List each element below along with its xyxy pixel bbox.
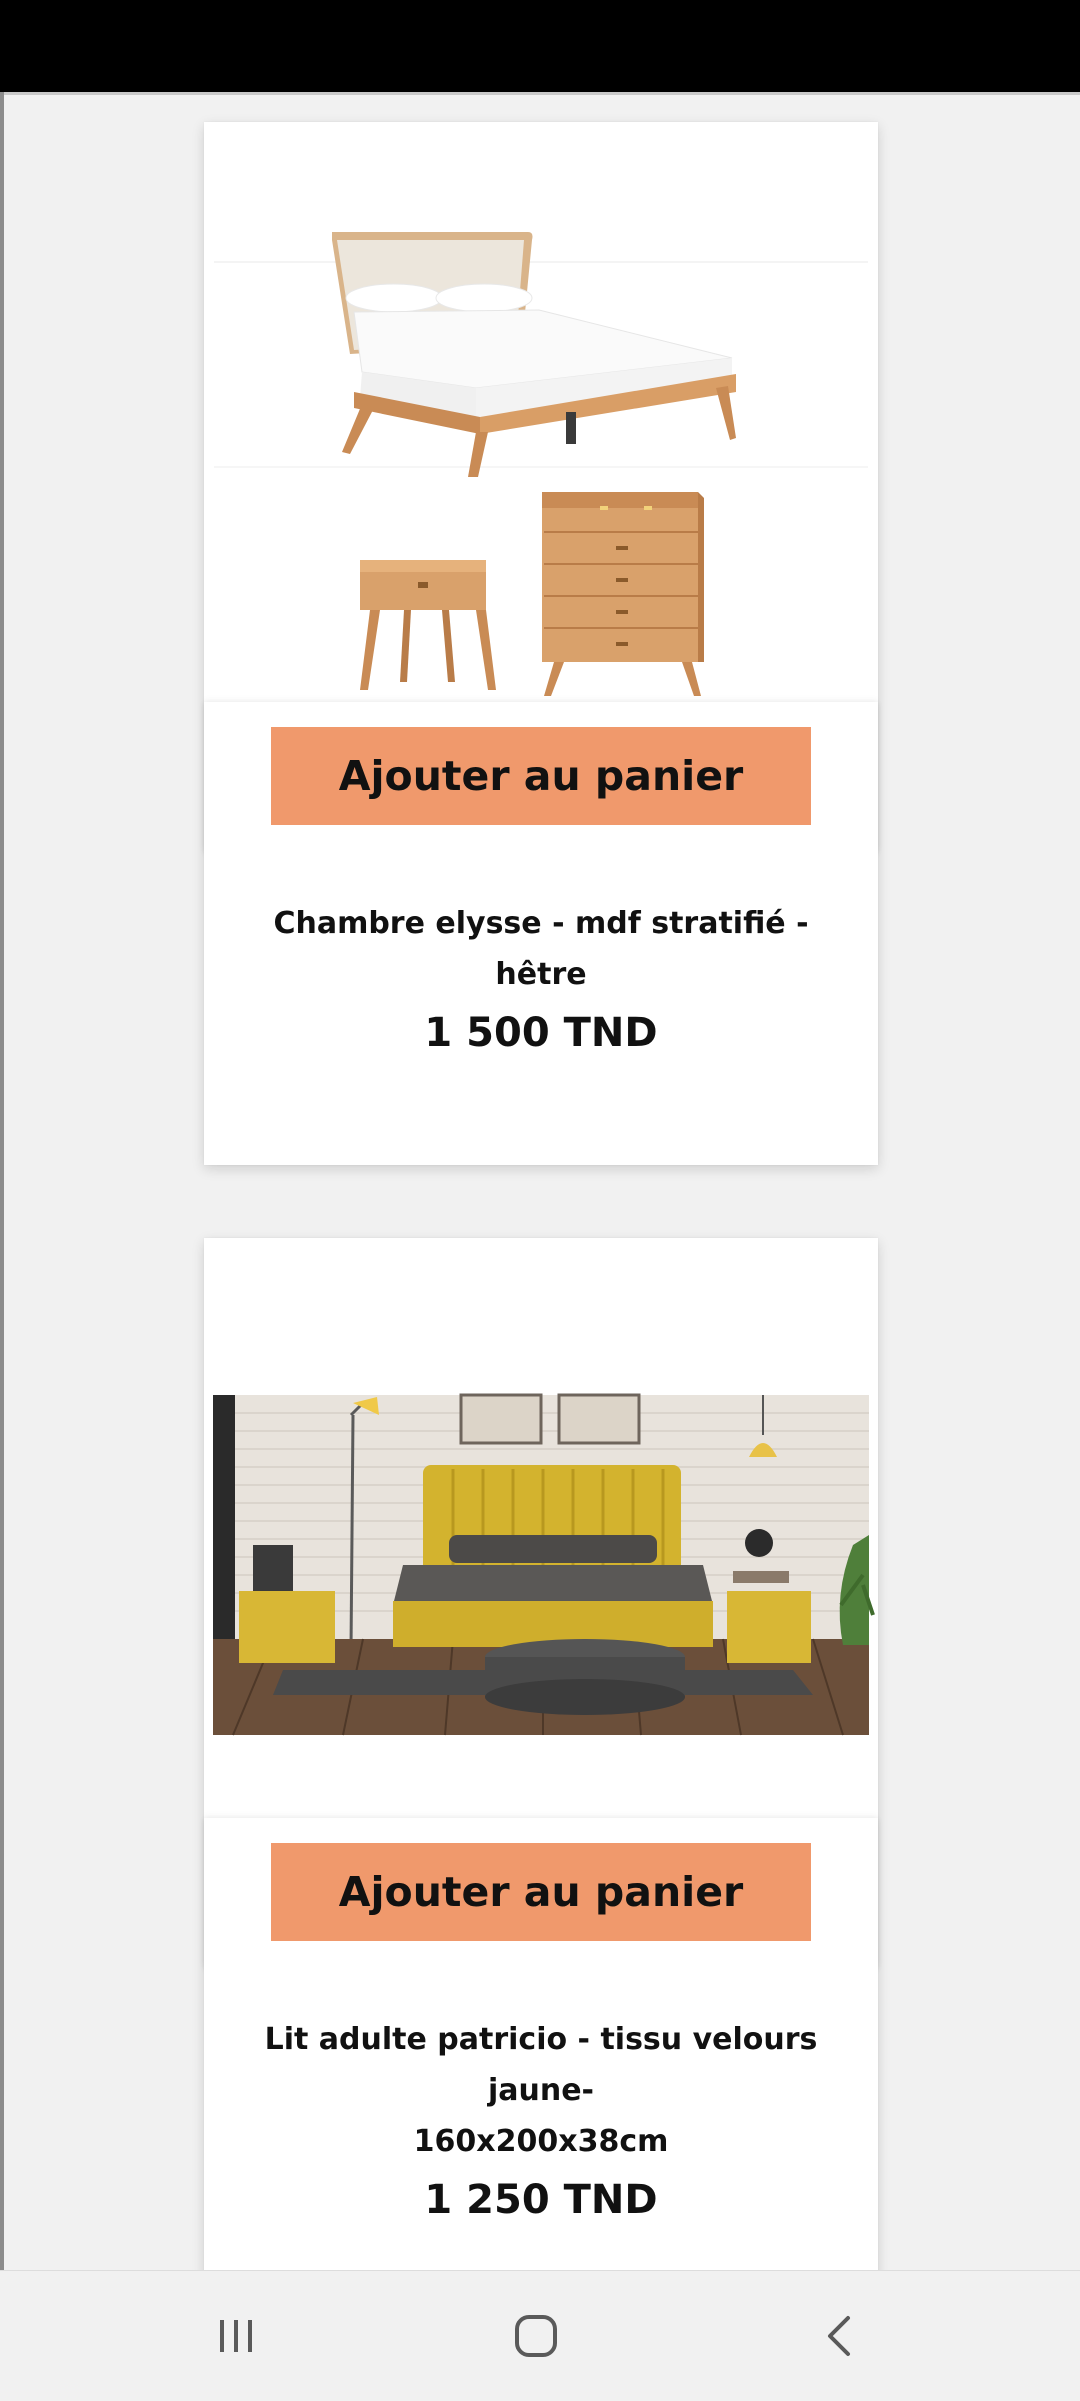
product-image[interactable] <box>204 122 878 702</box>
recent-apps-icon <box>220 2320 252 2352</box>
product-title-line-1: Lit adulte patricio - tissu velours jaun… <box>264 2022 818 2108</box>
product-title[interactable]: Lit adulte patricio - tissu velours jaun… <box>204 2014 878 2167</box>
product-image[interactable] <box>204 1238 878 1818</box>
cart-button-area: Ajouter au panier <box>204 702 878 852</box>
recent-apps-button[interactable] <box>136 2271 336 2401</box>
product-info: Chambre elysse - mdf stratifié - hêtre 1… <box>204 852 878 1165</box>
home-icon <box>515 2315 557 2357</box>
window-edge <box>0 92 4 2270</box>
product-price: 1 250 TND <box>424 2177 658 2223</box>
product-title-line-2: 160x200x38cm <box>413 2124 669 2159</box>
bedroom-set-image <box>204 122 878 702</box>
product-title[interactable]: Chambre elysse - mdf stratifié - hêtre <box>204 898 878 1000</box>
status-bar <box>0 0 1080 92</box>
back-button[interactable] <box>740 2271 940 2401</box>
yellow-bed-room-image <box>204 1238 878 1818</box>
product-card: Ajouter au panier Chambre elysse - mdf s… <box>204 122 878 1165</box>
add-to-cart-button[interactable]: Ajouter au panier <box>271 727 811 825</box>
navigation-bar <box>0 2270 1080 2401</box>
cart-button-area: Ajouter au panier <box>204 1818 878 1968</box>
add-to-cart-button[interactable]: Ajouter au panier <box>271 1843 811 1941</box>
product-list-scroll-area[interactable]: Ajouter au panier Chambre elysse - mdf s… <box>0 92 1080 2270</box>
back-icon <box>828 2316 850 2356</box>
product-price: 1 500 TND <box>424 1010 658 1056</box>
product-card: Ajouter au panier Lit adulte patricio - … <box>204 1238 878 2270</box>
product-info: Lit adulte patricio - tissu velours jaun… <box>204 1968 878 2270</box>
home-button[interactable] <box>436 2271 636 2401</box>
